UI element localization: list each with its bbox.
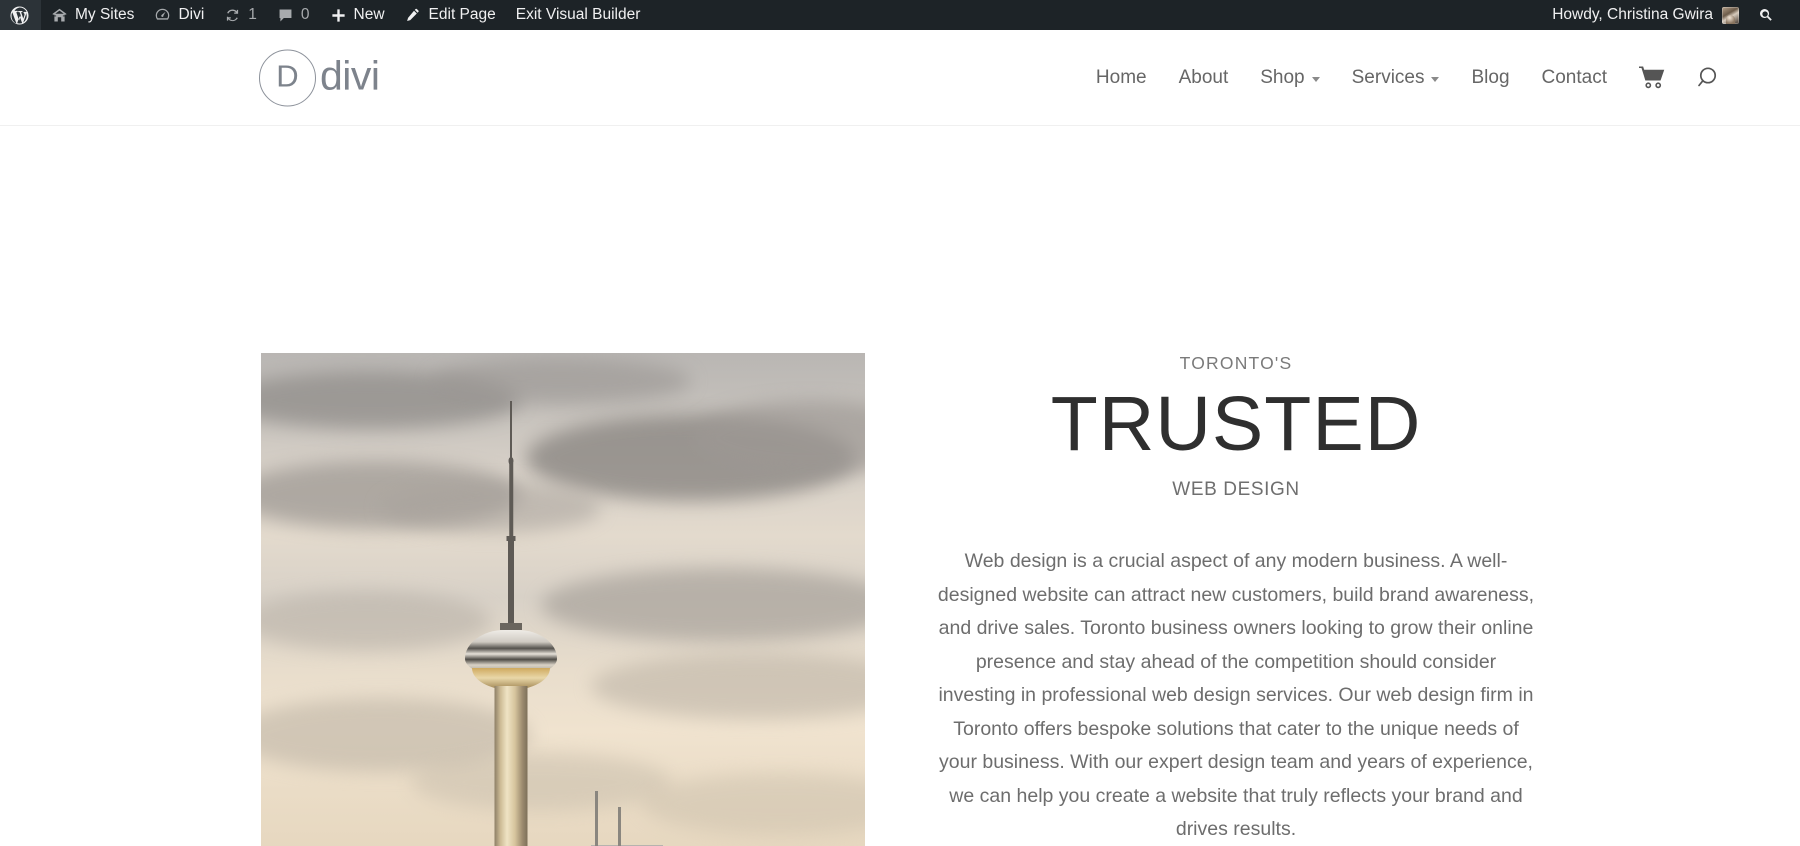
building-mast (595, 791, 598, 846)
building-mast (618, 807, 621, 846)
dashboard-icon (154, 7, 171, 24)
avatar (1722, 6, 1739, 24)
admin-bar-updates[interactable]: 1 (214, 0, 267, 30)
admin-bar-edit-page[interactable]: Edit Page (395, 0, 506, 30)
admin-bar-site-name[interactable]: Divi (144, 0, 214, 30)
admin-bar-new-content[interactable]: New (320, 0, 395, 30)
nav-item-blog[interactable]: Blog (1455, 67, 1525, 89)
nav-item-blog-label: Blog (1471, 66, 1510, 88)
nav-item-about[interactable]: About (1163, 67, 1245, 89)
tower-antenna-mast (509, 463, 513, 538)
tower-antenna-lower (508, 539, 514, 625)
admin-bar-search-button[interactable] (1747, 0, 1788, 30)
tower-collar (500, 623, 522, 630)
admin-bar-exit-visual-builder-label: Exit Visual Builder (515, 6, 641, 23)
admin-bar-site-name-label: Divi (178, 6, 205, 23)
admin-bar-edit-page-label: Edit Page (428, 6, 496, 23)
site-logo-wordmark: divi (320, 52, 380, 98)
admin-bar-my-sites[interactable]: My Sites (41, 0, 144, 30)
nav-item-about-label: About (1178, 66, 1229, 88)
tower-antenna-tip (510, 401, 512, 463)
admin-bar-my-sites-label: My Sites (75, 6, 135, 23)
primary-navigation: Home About Shop Services Blog Contact (1080, 65, 1739, 91)
admin-bar-updates-count: 1 (248, 6, 257, 23)
wordpress-icon (10, 5, 29, 25)
tower-shaft (494, 686, 528, 846)
chevron-down-icon (1311, 76, 1320, 82)
hero-image (261, 353, 865, 846)
shopping-cart-icon[interactable] (1623, 66, 1681, 89)
admin-bar-howdy-label: Howdy, Christina Gwira (1552, 6, 1713, 23)
site-header: D divi Home About Shop Services Blog Con… (0, 30, 1800, 125)
admin-bar-new-label: New (353, 6, 385, 23)
admin-bar-comments[interactable]: 0 (267, 0, 320, 30)
nav-item-shop[interactable]: Shop (1244, 67, 1335, 89)
nav-item-shop-label: Shop (1260, 66, 1305, 88)
nav-item-home[interactable]: Home (1080, 67, 1163, 89)
hero-text-column: TORONTO'S TRUSTED WEB DESIGN Web design … (930, 353, 1542, 846)
cloud (431, 358, 691, 404)
comment-icon (277, 7, 294, 24)
search-icon (1758, 7, 1775, 24)
wp-admin-bar: My Sites Divi 1 0 New Edit Page Exit Vis… (0, 0, 1800, 30)
admin-bar-my-account[interactable]: Howdy, Christina Gwira (1542, 0, 1747, 30)
hero-body-text: Web design is a crucial aspect of any mo… (937, 550, 1535, 841)
admin-bar-wordpress-logo[interactable] (0, 0, 41, 30)
nav-item-services[interactable]: Services (1336, 67, 1456, 89)
site-logo[interactable]: D divi (259, 49, 380, 106)
admin-bar-right-group: Howdy, Christina Gwira (1542, 0, 1800, 30)
sites-icon (51, 7, 68, 24)
nav-item-contact-label: Contact (1541, 66, 1607, 88)
chevron-down-icon (1431, 76, 1440, 82)
search-icon[interactable] (1681, 65, 1739, 91)
hero-headline: TRUSTED (1050, 381, 1422, 467)
nav-item-home-label: Home (1095, 66, 1147, 88)
site-logo-mark: D (259, 49, 316, 106)
hero-eyebrow: TORONTO'S (1179, 353, 1293, 373)
update-icon (224, 7, 241, 24)
hero-subheadline: WEB DESIGN (1172, 479, 1300, 500)
nav-item-services-label: Services (1351, 66, 1425, 88)
hero-section: TORONTO'S TRUSTED WEB DESIGN Web design … (0, 125, 1800, 846)
admin-bar-left-group: My Sites Divi 1 0 New Edit Page Exit Vis… (0, 0, 650, 30)
pencil-icon (405, 7, 422, 24)
nav-item-contact[interactable]: Contact (1526, 67, 1623, 89)
cloud (381, 483, 601, 533)
cloud (411, 753, 671, 811)
admin-bar-comments-count: 0 (300, 6, 310, 23)
admin-bar-exit-visual-builder[interactable]: Exit Visual Builder (506, 0, 651, 30)
plus-icon (330, 7, 347, 24)
